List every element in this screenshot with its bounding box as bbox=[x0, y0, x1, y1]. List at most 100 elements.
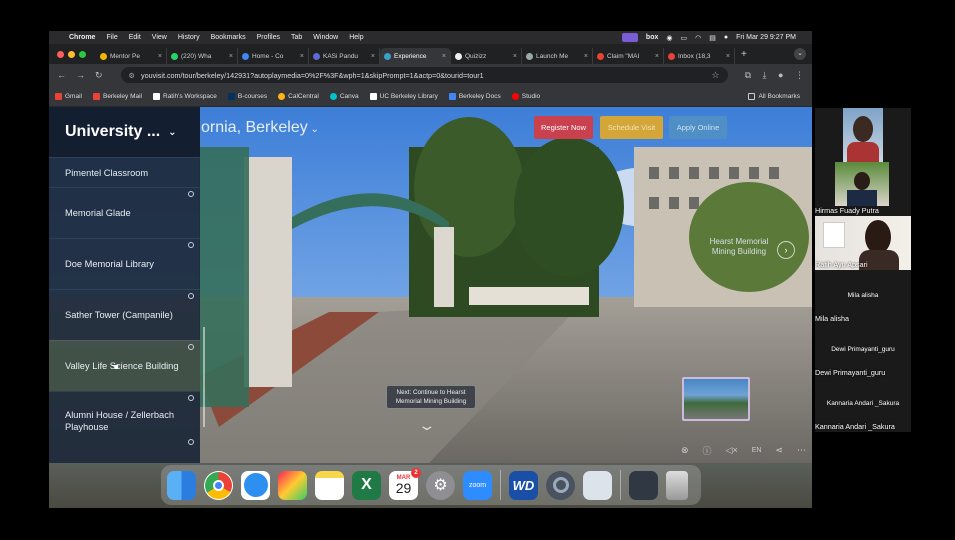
menu-view[interactable]: View bbox=[152, 34, 167, 41]
bookmark-calcentral[interactable]: CalCentral bbox=[278, 92, 319, 100]
tour-title-dropdown[interactable]: University ... ⌄ bbox=[49, 107, 200, 157]
bookmark-berkeley-mail[interactable]: Berkeley Mail bbox=[92, 92, 142, 100]
maximize-window-button[interactable] bbox=[79, 50, 86, 58]
screen-share-icon[interactable] bbox=[621, 33, 638, 42]
address-bar[interactable]: ⚙ youvisit.com/tour/berkeley/142931?auto… bbox=[120, 67, 728, 83]
wifi-icon[interactable]: ◠ bbox=[695, 34, 701, 42]
close-tab-icon[interactable]: × bbox=[229, 53, 233, 60]
hotspot-label[interactable]: Hearst Memorial Mining Building bbox=[699, 237, 779, 257]
close-tab-icon[interactable]: × bbox=[584, 53, 588, 60]
tab-claim[interactable]: Claim "MAI × bbox=[593, 48, 664, 64]
menu-tab[interactable]: Tab bbox=[291, 34, 302, 41]
extensions-icon[interactable]: ⧉ bbox=[745, 70, 751, 80]
bookmark-docs[interactable]: Berkeley Docs bbox=[448, 92, 501, 100]
trash-icon[interactable] bbox=[666, 470, 688, 500]
location-item[interactable]: Sather Tower (Campanile) bbox=[49, 289, 200, 340]
participant-tile[interactable] bbox=[815, 108, 911, 162]
menu-history[interactable]: History bbox=[178, 34, 200, 41]
info-icon[interactable]: ⓘ bbox=[703, 444, 712, 457]
siri-icon[interactable]: ● bbox=[724, 34, 728, 41]
close-tab-icon[interactable]: × bbox=[726, 53, 730, 60]
tab-experience[interactable]: Experience × bbox=[380, 48, 451, 64]
schedule-visit-button[interactable]: Schedule Visit bbox=[600, 116, 663, 139]
control-center-icon[interactable]: ▤ bbox=[709, 34, 716, 42]
menu-bookmarks[interactable]: Bookmarks bbox=[211, 34, 246, 41]
safari-icon[interactable] bbox=[241, 470, 270, 500]
system-settings-icon[interactable]: ⚙ bbox=[426, 470, 455, 500]
location-title-dropdown[interactable]: ornia, Berkeley ⌄ bbox=[201, 119, 319, 137]
box-label[interactable]: box bbox=[646, 34, 658, 41]
clock[interactable]: Fri Mar 29 9:27 PM bbox=[736, 34, 796, 41]
participant-tile[interactable]: Dewi Primayanti_guru Dewi Primayanti_gur… bbox=[815, 324, 911, 378]
chevron-down-icon[interactable]: ⌄ bbox=[417, 417, 436, 434]
more-menu-icon[interactable]: ⋮ bbox=[795, 70, 804, 80]
tab-search-icon[interactable]: ⌄ bbox=[794, 48, 806, 60]
close-tab-icon[interactable]: × bbox=[442, 53, 446, 60]
bookmark-library[interactable]: UC Berkeley Library bbox=[369, 92, 438, 100]
tab-inbox[interactable]: Inbox (18,3 × bbox=[664, 48, 735, 64]
close-tab-icon[interactable]: × bbox=[371, 53, 375, 60]
next-stop-tooltip[interactable]: Next: Continue to Hearst Memorial Mining… bbox=[386, 385, 476, 409]
new-tab-icon[interactable]: + bbox=[741, 49, 747, 60]
tab-home[interactable]: Home - Co × bbox=[238, 48, 309, 64]
bookmark-studio[interactable]: Studio bbox=[511, 92, 540, 100]
location-item[interactable]: Alumni House / Zellerbach Playhouse bbox=[49, 391, 200, 449]
wd-icon[interactable]: WD bbox=[509, 470, 538, 500]
all-bookmarks[interactable]: All Bookmarks bbox=[748, 92, 800, 100]
participant-tile[interactable]: Mila alisha Mila alisha bbox=[815, 270, 911, 324]
tab-mentor[interactable]: Mentor Pe × bbox=[96, 48, 167, 64]
sidebar-scrollbar[interactable] bbox=[203, 327, 205, 427]
hotspot-arrow-icon[interactable]: › bbox=[777, 241, 795, 259]
bookmark-canva[interactable]: Canva bbox=[329, 92, 359, 100]
bookmark-workspace[interactable]: Ratih's Workspace bbox=[153, 92, 217, 100]
participant-tile[interactable]: Kannaria Andari _Sakura Kannaria Andari … bbox=[815, 378, 911, 432]
excel-icon[interactable]: X bbox=[352, 470, 381, 500]
close-tab-icon[interactable]: × bbox=[158, 53, 162, 60]
tab-kasi[interactable]: KASi Pandu × bbox=[309, 48, 380, 64]
grammarly-icon[interactable]: ◉ bbox=[666, 34, 672, 42]
virtual-tour-page[interactable]: University ... ⌄ Pimentel Classroom Memor… bbox=[49, 107, 812, 463]
menu-profiles[interactable]: Profiles bbox=[257, 34, 280, 41]
tab-whatsapp[interactable]: (220) Wha × bbox=[167, 48, 238, 64]
next-location-thumbnail[interactable] bbox=[682, 377, 750, 421]
register-now-button[interactable]: Register Now bbox=[534, 116, 593, 139]
bookmark-bcourses[interactable]: B-courses bbox=[227, 92, 267, 100]
minimize-window-button[interactable] bbox=[68, 50, 75, 58]
site-info-icon[interactable]: ⚙ bbox=[129, 71, 135, 80]
apply-online-button[interactable]: Apply Online bbox=[669, 116, 727, 139]
tab-quizizz[interactable]: Quizizz × bbox=[451, 48, 522, 64]
app-window-icon[interactable] bbox=[629, 470, 658, 500]
close-tab-icon[interactable]: × bbox=[300, 53, 304, 60]
participant-tile[interactable]: Hirmas Fuady Putra bbox=[815, 162, 911, 216]
launchpad-icon[interactable] bbox=[278, 470, 307, 500]
reload-icon[interactable]: ↻ bbox=[95, 70, 103, 81]
fullscreen-icon[interactable]: ⊗ bbox=[681, 445, 689, 456]
menu-edit[interactable]: Edit bbox=[129, 34, 141, 41]
participant-tile[interactable]: Ratih Ayu Apsari bbox=[815, 216, 911, 270]
finder-icon[interactable] bbox=[167, 470, 196, 500]
bookmark-gmail[interactable]: Gmail bbox=[55, 92, 82, 100]
menu-window[interactable]: Window bbox=[313, 34, 338, 41]
close-window-button[interactable] bbox=[57, 50, 64, 58]
url-text[interactable]: youvisit.com/tour/berkeley/142931?autopl… bbox=[141, 71, 484, 80]
menu-help[interactable]: Help bbox=[349, 34, 363, 41]
close-tab-icon[interactable]: × bbox=[655, 53, 659, 60]
share-icon[interactable]: ⋖ bbox=[775, 445, 783, 456]
location-item[interactable]: Pimentel Classroom bbox=[49, 157, 200, 187]
location-item-selected[interactable]: Valley Life Science Building ☚ bbox=[49, 340, 200, 391]
battery-icon[interactable]: ▭ bbox=[680, 34, 687, 42]
download-icon[interactable]: ⤓ bbox=[763, 70, 767, 80]
notes-icon[interactable] bbox=[315, 470, 344, 500]
zoom-icon[interactable]: zoom bbox=[463, 470, 492, 500]
chrome-icon[interactable] bbox=[204, 470, 233, 500]
location-item[interactable]: Doe Memorial Library bbox=[49, 238, 200, 289]
profile-avatar-icon[interactable]: ● bbox=[778, 70, 783, 80]
more-icon[interactable]: ⋯ bbox=[797, 445, 806, 456]
bookmark-star-icon[interactable]: ☆ bbox=[712, 70, 720, 81]
tab-launch[interactable]: Launch Me × bbox=[522, 48, 593, 64]
language-selector[interactable]: EN bbox=[752, 447, 762, 454]
calendar-icon[interactable]: MAR 29 2 bbox=[389, 467, 421, 500]
back-icon[interactable]: ← bbox=[57, 70, 66, 80]
mute-icon[interactable]: ◁× bbox=[726, 445, 738, 456]
close-tab-icon[interactable]: × bbox=[513, 53, 517, 60]
